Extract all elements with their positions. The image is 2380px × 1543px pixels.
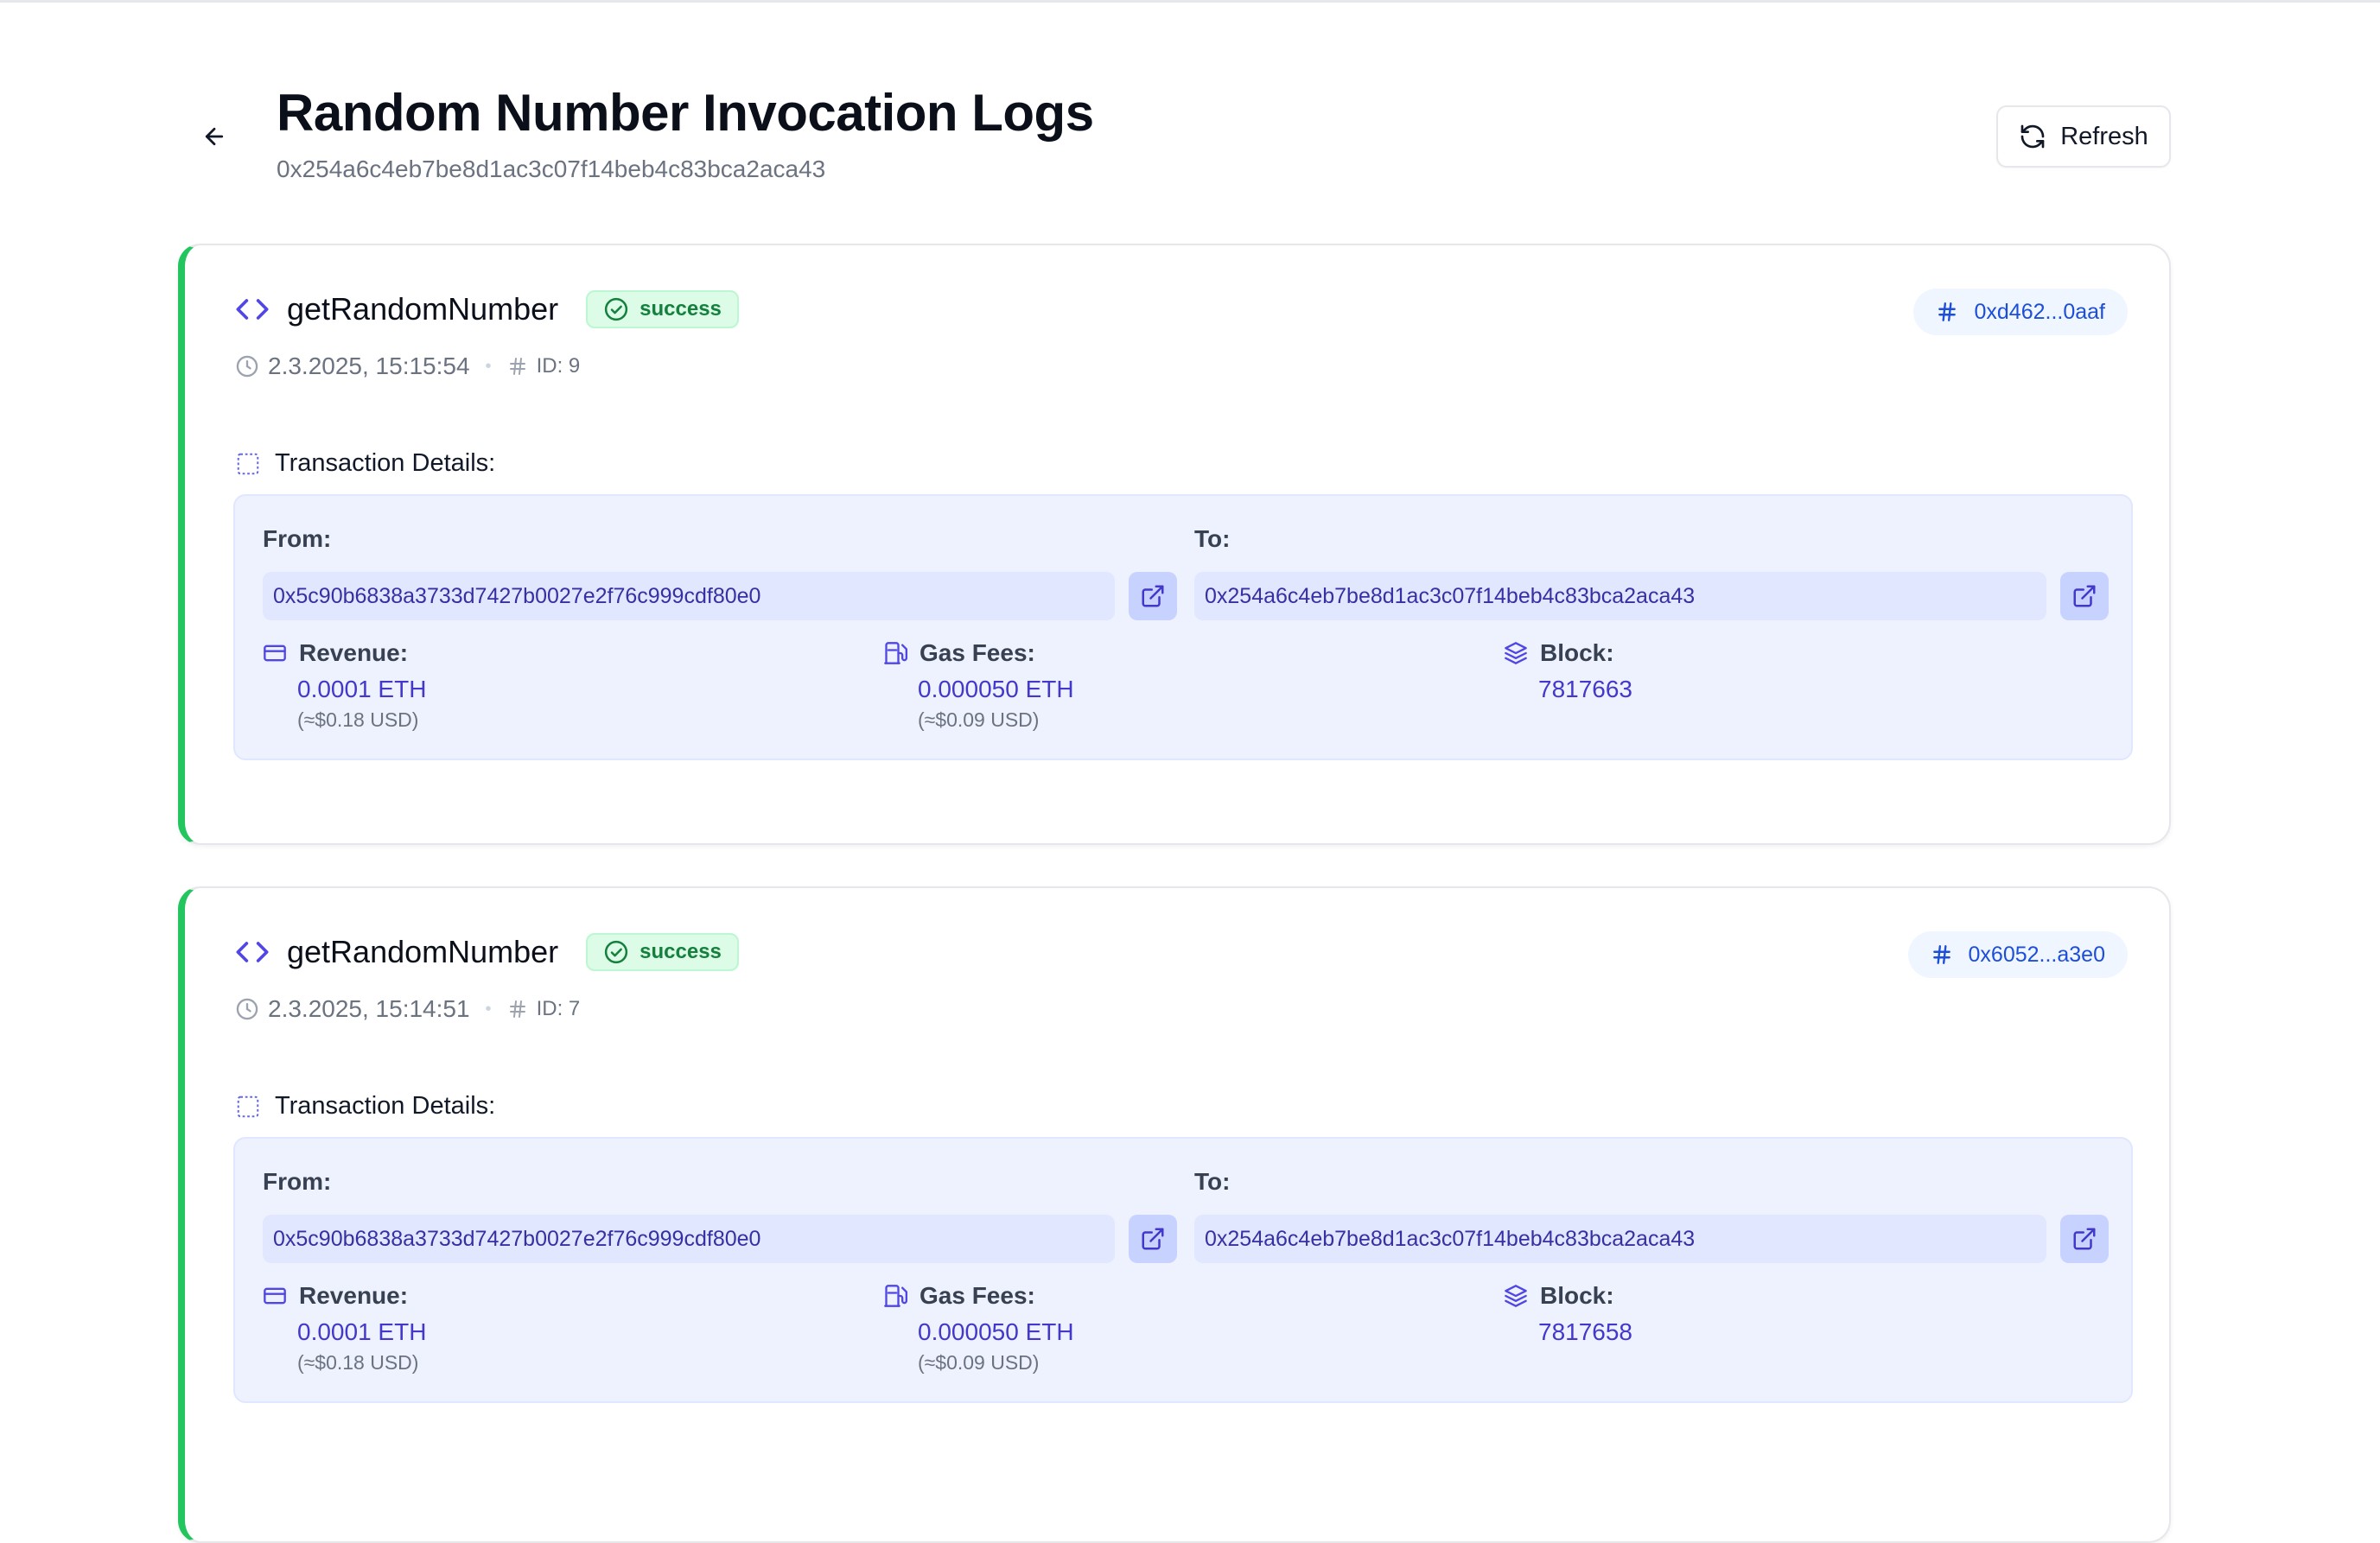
hash-icon bbox=[507, 356, 528, 377]
layers-icon bbox=[1504, 1284, 1528, 1308]
to-address: 0x254a6c4eb7be8d1ac3c07f14beb4c83bca2aca… bbox=[1194, 572, 2046, 620]
to-external-link-button[interactable] bbox=[2060, 572, 2109, 620]
code-icon bbox=[235, 292, 270, 327]
revenue-value: 0.0001 ETH bbox=[297, 1318, 427, 1345]
gas-fees-label: Gas Fees: bbox=[920, 639, 1035, 666]
transaction-details-panel: From: 0x5c90b6838a3733d7427b0027e2f76c99… bbox=[233, 494, 2133, 760]
clock-icon bbox=[235, 354, 259, 378]
log-meta: 2.3.2025, 15:15:54 • ID: 9 bbox=[235, 352, 580, 380]
block-value: 7817663 bbox=[1538, 676, 1633, 702]
dashed-square-icon bbox=[235, 1094, 261, 1120]
page-title: Random Number Invocation Logs bbox=[277, 84, 1094, 142]
timestamp: 2.3.2025, 15:14:51 bbox=[268, 995, 470, 1022]
fuel-icon bbox=[883, 641, 907, 665]
gas-fees-stat: Gas Fees: 0.000050 ETH (≈$0.09 USD) bbox=[883, 1282, 1074, 1375]
transaction-details-heading: Transaction Details: bbox=[235, 1092, 495, 1121]
gas-fees-value: 0.000050 ETH bbox=[918, 1318, 1074, 1345]
external-link-icon bbox=[1140, 1226, 1166, 1252]
gas-fees-usd: (≈$0.09 USD) bbox=[918, 1351, 1040, 1374]
refresh-label: Refresh bbox=[2060, 122, 2148, 150]
external-link-icon bbox=[2071, 1226, 2097, 1252]
revenue-usd: (≈$0.18 USD) bbox=[297, 708, 419, 731]
contract-address: 0x254a6c4eb7be8d1ac3c07f14beb4c83bca2aca… bbox=[277, 156, 826, 182]
log-id: ID: 9 bbox=[507, 354, 581, 378]
log-meta: 2.3.2025, 15:14:51 • ID: 7 bbox=[235, 995, 580, 1023]
status-badge: success bbox=[586, 933, 739, 971]
block-stat: Block: 7817658 bbox=[1504, 1282, 1632, 1346]
transaction-details-label: Transaction Details: bbox=[275, 1092, 496, 1120]
code-icon bbox=[235, 935, 270, 969]
revenue-stat: Revenue: 0.0001 ETH (≈$0.18 USD) bbox=[263, 639, 426, 732]
log-id: ID: 7 bbox=[507, 997, 581, 1021]
tx-hash-pill[interactable]: 0x6052...a3e0 bbox=[1907, 931, 2128, 978]
from-block: From: 0x5c90b6838a3733d7427b0027e2f76c99… bbox=[263, 525, 1177, 620]
log-card: getRandomNumber success 2.3.2025, 15:14:… bbox=[178, 886, 2171, 1543]
page: Random Number Invocation Logs 0x254a6c4e… bbox=[0, 0, 2380, 1543]
gas-fees-stat: Gas Fees: 0.000050 ETH (≈$0.09 USD) bbox=[883, 639, 1074, 732]
revenue-usd: (≈$0.18 USD) bbox=[297, 1351, 419, 1374]
log-header: getRandomNumber success bbox=[235, 933, 739, 971]
revenue-stat: Revenue: 0.0001 ETH (≈$0.18 USD) bbox=[263, 1282, 426, 1375]
gas-fees-label: Gas Fees: bbox=[920, 1282, 1035, 1309]
dashed-square-icon bbox=[235, 451, 261, 477]
log-card: getRandomNumber success 2.3.2025, 15:15:… bbox=[178, 244, 2171, 845]
credit-card-icon bbox=[263, 1284, 287, 1308]
log-id-label: ID: 7 bbox=[536, 997, 581, 1020]
revenue-label: Revenue: bbox=[299, 639, 409, 666]
to-block: To: 0x254a6c4eb7be8d1ac3c07f14beb4c83bca… bbox=[1194, 1168, 2109, 1263]
to-block: To: 0x254a6c4eb7be8d1ac3c07f14beb4c83bca… bbox=[1194, 525, 2109, 620]
status-label: success bbox=[640, 940, 722, 963]
fuel-icon bbox=[883, 1284, 907, 1308]
external-link-icon bbox=[2071, 583, 2097, 609]
hash-icon bbox=[1931, 943, 1953, 966]
separator-dot: • bbox=[485, 356, 492, 376]
tx-hash-pill[interactable]: 0xd462...0aaf bbox=[1913, 289, 2128, 335]
to-external-link-button[interactable] bbox=[2060, 1215, 2109, 1263]
status-label: success bbox=[640, 297, 722, 321]
to-label: To: bbox=[1194, 525, 1231, 552]
block-label: Block: bbox=[1540, 639, 1614, 666]
revenue-label: Revenue: bbox=[299, 1282, 409, 1309]
clock-icon bbox=[235, 997, 259, 1021]
from-label: From: bbox=[263, 1168, 332, 1195]
log-header: getRandomNumber success bbox=[235, 290, 739, 328]
tx-hash: 0x6052...a3e0 bbox=[1968, 942, 2105, 967]
function-name: getRandomNumber bbox=[287, 291, 559, 327]
status-badge: success bbox=[586, 290, 739, 328]
log-id-label: ID: 9 bbox=[536, 354, 581, 378]
from-address: 0x5c90b6838a3733d7427b0027e2f76c999cdf80… bbox=[263, 572, 1115, 620]
hash-icon bbox=[1936, 301, 1958, 323]
to-label: To: bbox=[1194, 1168, 1231, 1195]
block-label: Block: bbox=[1540, 1282, 1614, 1309]
credit-card-icon bbox=[263, 641, 287, 665]
arrow-left-icon bbox=[201, 124, 227, 149]
transaction-details-label: Transaction Details: bbox=[275, 449, 496, 477]
check-circle-icon bbox=[603, 939, 629, 965]
from-label: From: bbox=[263, 525, 332, 552]
gas-fees-usd: (≈$0.09 USD) bbox=[918, 708, 1040, 731]
check-circle-icon bbox=[603, 296, 629, 322]
transaction-details-panel: From: 0x5c90b6838a3733d7427b0027e2f76c99… bbox=[233, 1137, 2133, 1403]
from-external-link-button[interactable] bbox=[1129, 572, 1177, 620]
layers-icon bbox=[1504, 641, 1528, 665]
from-address: 0x5c90b6838a3733d7427b0027e2f76c999cdf80… bbox=[263, 1215, 1115, 1263]
external-link-icon bbox=[1140, 583, 1166, 609]
separator-dot: • bbox=[485, 999, 492, 1019]
revenue-value: 0.0001 ETH bbox=[297, 676, 427, 702]
from-external-link-button[interactable] bbox=[1129, 1215, 1177, 1263]
block-stat: Block: 7817663 bbox=[1504, 639, 1632, 703]
top-divider bbox=[0, 0, 2380, 3]
gas-fees-value: 0.000050 ETH bbox=[918, 676, 1074, 702]
back-button[interactable] bbox=[190, 117, 239, 156]
from-block: From: 0x5c90b6838a3733d7427b0027e2f76c99… bbox=[263, 1168, 1177, 1263]
timestamp: 2.3.2025, 15:15:54 bbox=[268, 352, 470, 379]
to-address: 0x254a6c4eb7be8d1ac3c07f14beb4c83bca2aca… bbox=[1194, 1215, 2046, 1263]
transaction-details-heading: Transaction Details: bbox=[235, 449, 495, 478]
block-value: 7817658 bbox=[1538, 1318, 1633, 1345]
hash-icon bbox=[507, 999, 528, 1019]
refresh-icon bbox=[2019, 123, 2046, 150]
refresh-button[interactable]: Refresh bbox=[1996, 105, 2171, 168]
function-name: getRandomNumber bbox=[287, 934, 559, 969]
tx-hash: 0xd462...0aaf bbox=[1974, 299, 2105, 324]
